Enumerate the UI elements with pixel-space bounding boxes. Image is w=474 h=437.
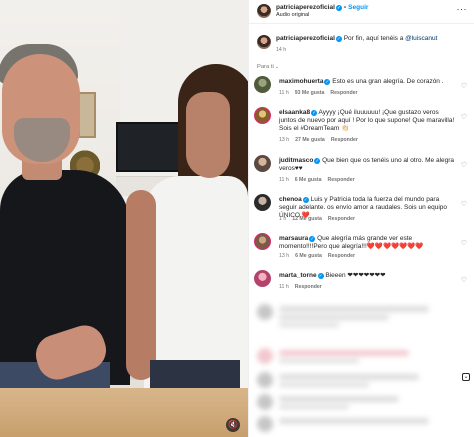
comment-item: juditmasco ✓ Que bien que os tenéis uno a… xyxy=(249,155,474,189)
scroll-down-icon[interactable]: ⌄ xyxy=(462,373,470,381)
comment-item: elsaanka8 ✓ Ayyyy ¡Qué iluuuuuu! ¡Que gus… xyxy=(249,107,474,149)
reply-button[interactable]: Responder xyxy=(328,177,355,183)
heart-outline-icon[interactable]: ♡ xyxy=(461,239,467,247)
comment-text: Esto es una gran alegría. De corazón . xyxy=(332,78,444,85)
caption-timestamp: 14 h xyxy=(276,47,287,53)
blurred-comments xyxy=(249,298,474,437)
post-header: patriciaperezoficial ✓ • Seguir Audio origi… xyxy=(249,0,474,24)
verified-badge-icon: ✓ xyxy=(309,236,316,242)
comment-time: 13 h xyxy=(279,137,290,143)
avatar[interactable] xyxy=(254,194,271,211)
comment-username[interactable]: chenoa xyxy=(279,196,302,203)
comment-text: Bieeen ❤❤❤❤❤❤❤ xyxy=(325,272,386,279)
author-username[interactable]: patriciaperezoficial xyxy=(276,4,335,11)
wooden-table xyxy=(0,388,248,437)
comment-username[interactable]: marsaura xyxy=(279,235,308,242)
post-caption: patriciaperezoficial ✓ Por fin, aquí tené… xyxy=(249,28,474,58)
audio-link[interactable]: Audio original xyxy=(276,12,309,18)
chevron-down-icon: ⌄ xyxy=(274,64,279,70)
reply-button[interactable]: Responder xyxy=(330,90,357,96)
comment-username[interactable]: marta_torne xyxy=(279,272,317,279)
avatar[interactable] xyxy=(257,35,271,49)
avatar[interactable] xyxy=(254,233,271,250)
mention-link[interactable]: @luiscanut xyxy=(405,35,437,42)
heart-outline-icon[interactable]: ♡ xyxy=(461,200,467,208)
comment-likes[interactable]: 12 Me gusta xyxy=(292,216,322,222)
comment-item: maximohuerta ✓ Esto es una gran alegría. … xyxy=(249,76,474,102)
verified-badge-icon: ✓ xyxy=(335,36,342,42)
post-video[interactable]: 🔇 xyxy=(0,0,248,437)
more-horizontal-icon[interactable]: ··· xyxy=(457,5,468,14)
caption-text: Por fin, aquí tenéis a xyxy=(343,35,406,42)
comment-likes[interactable]: 93 Me gusta xyxy=(295,90,325,96)
verified-badge-icon: ✓ xyxy=(324,79,331,85)
comment-item: chenoa ✓ Luis y Patricia toda la fuerza d… xyxy=(249,194,474,228)
heart-outline-icon[interactable]: ♡ xyxy=(461,113,467,121)
comment-likes[interactable]: 6 Me gusta xyxy=(295,253,322,259)
comment-time: 13 h xyxy=(279,253,290,259)
avatar[interactable] xyxy=(254,107,271,124)
avatar[interactable] xyxy=(257,4,271,18)
verified-badge-icon: ✓ xyxy=(302,197,309,203)
speaker-muted-icon[interactable]: 🔇 xyxy=(226,418,240,432)
heart-outline-icon[interactable]: ♡ xyxy=(461,82,467,90)
comment-time: 11 h xyxy=(279,284,289,290)
instagram-post-viewer: 🔇 patriciaperezoficial ✓ • Seguir Audio ori… xyxy=(0,0,474,437)
wall-picture xyxy=(78,92,96,138)
comment-item: marsaura ✓ Que alegría más grande ver est… xyxy=(249,233,474,267)
reply-button[interactable]: Responder xyxy=(328,216,355,222)
comment-time: 11 h xyxy=(279,90,289,96)
verified-badge-icon: ✓ xyxy=(335,5,342,11)
reply-button[interactable]: Responder xyxy=(331,137,358,143)
comments-filter[interactable]: Para ti⌄ xyxy=(257,64,279,70)
comment-username[interactable]: juditmasco xyxy=(279,157,313,164)
heart-outline-icon[interactable]: ♡ xyxy=(461,161,467,169)
avatar[interactable] xyxy=(254,270,271,287)
heart-outline-icon[interactable]: ♡ xyxy=(461,276,467,284)
caption-username[interactable]: patriciaperezoficial xyxy=(276,35,335,42)
comment-username[interactable]: maximohuerta xyxy=(279,78,323,85)
comment-username[interactable]: elsaanka8 xyxy=(279,109,310,116)
reply-button[interactable]: Responder xyxy=(295,284,322,290)
comment-likes[interactable]: 6 Me gusta xyxy=(295,177,322,183)
comment-time: 11 h xyxy=(279,177,289,183)
avatar[interactable] xyxy=(254,155,271,172)
reply-button[interactable]: Responder xyxy=(328,253,355,259)
comment-likes[interactable]: 27 Me gusta xyxy=(295,137,325,143)
follow-button[interactable]: Seguir xyxy=(348,4,368,11)
post-side-panel: patriciaperezoficial ✓ • Seguir Audio origi… xyxy=(248,0,474,437)
comment-time: 1 h xyxy=(279,216,287,222)
verified-badge-icon: ✓ xyxy=(317,273,324,279)
filter-label: Para ti xyxy=(257,64,274,70)
comment-item: marta_torne ✓ Bieeen ❤❤❤❤❤❤❤ 11 h Responde… xyxy=(249,270,474,296)
avatar[interactable] xyxy=(254,76,271,93)
verified-badge-icon: ✓ xyxy=(314,158,321,164)
verified-badge-icon: ✓ xyxy=(311,110,318,116)
